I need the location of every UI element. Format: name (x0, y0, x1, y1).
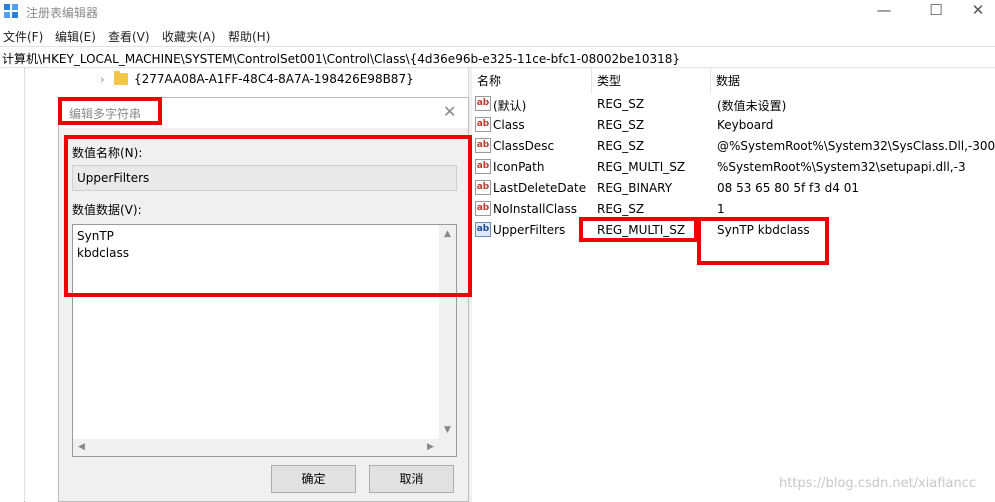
value-type: REG_SZ (597, 202, 645, 216)
column-header-name[interactable]: 名称 (472, 68, 592, 94)
value-data: @%SystemRoot%\System32\SysClass.Dll,-300… (717, 139, 995, 153)
menu-edit[interactable]: 编辑(E) (55, 28, 96, 45)
column-header-data[interactable]: 数据 (711, 68, 995, 94)
dialog-title-bar: 编辑多字符串 ✕ (59, 98, 468, 128)
folder-icon (114, 71, 128, 85)
dialog-close-icon[interactable]: ✕ (443, 102, 456, 121)
string-value-icon: ab (475, 222, 491, 237)
value-data: %SystemRoot%\System32\setupapi.dll,-3 (717, 160, 966, 174)
value-data: SynTP kbdclass (717, 223, 810, 237)
tree-item-label[interactable]: {277AA08A-A1FF-48C4-8A7A-198426E98B87} (134, 72, 414, 86)
menu-help[interactable]: 帮助(H) (228, 28, 270, 45)
value-type: REG_SZ (597, 118, 645, 132)
value-type: REG_MULTI_SZ (597, 223, 686, 237)
ok-button[interactable]: 确定 (271, 465, 356, 493)
title-bar: 注册表编辑器 — ☐ ✕ (0, 0, 995, 24)
value-data: (数值未设置) (717, 99, 787, 113)
minimize-button[interactable]: — (861, 0, 907, 22)
value-data-text[interactable]: SynTP kbdclass (77, 228, 129, 262)
menu-view[interactable]: 查看(V) (108, 28, 150, 45)
chevron-right-icon[interactable]: › (100, 73, 104, 86)
menu-favorites[interactable]: 收藏夹(A) (162, 28, 216, 45)
string-value-icon: ab (475, 96, 491, 111)
scroll-down-icon[interactable]: ▼ (439, 425, 456, 435)
value-type: REG_SZ (597, 97, 645, 111)
string-value-icon: ab (475, 180, 491, 195)
value-name-field[interactable]: UpperFilters (72, 165, 457, 191)
value-name: (默认) (493, 99, 527, 113)
value-name: Class (493, 118, 525, 132)
value-row[interactable]: ab LastDeleteDate REG_BINARY 08 53 65 80… (472, 178, 995, 199)
value-type: REG_SZ (597, 139, 645, 153)
value-row[interactable]: ab Class REG_SZ Keyboard (472, 115, 995, 136)
string-value-icon: ab (475, 117, 491, 132)
value-row[interactable]: ab (默认) REG_SZ (数值未设置) (472, 94, 995, 115)
tree-guide-line (24, 68, 25, 502)
value-name: NoInstallClass (493, 202, 578, 216)
watermark-url: https://blog.csdn.net/xiafiancc (779, 476, 977, 491)
dialog-title: 编辑多字符串 (69, 107, 142, 121)
maximize-button[interactable]: ☐ (913, 0, 959, 22)
scroll-right-icon[interactable]: ▶ (422, 442, 439, 452)
string-value-icon: ab (475, 138, 491, 153)
value-row[interactable]: ab ClassDesc REG_SZ @%SystemRoot%\System… (472, 136, 995, 157)
menu-file[interactable]: 文件(F) (3, 28, 43, 45)
horizontal-scrollbar[interactable]: ◀ ▶ (73, 439, 456, 456)
address-bar[interactable]: 计算机\HKEY_LOCAL_MACHINE\SYSTEM\ControlSet… (0, 46, 995, 68)
value-type: REG_BINARY (597, 181, 673, 195)
regedit-app-icon (4, 4, 18, 18)
address-path[interactable]: 计算机\HKEY_LOCAL_MACHINE\SYSTEM\ControlSet… (2, 50, 680, 67)
vertical-scrollbar[interactable]: ▲ ▼ (439, 225, 456, 439)
value-name: LastDeleteDate (493, 181, 587, 195)
value-name: ClassDesc (493, 139, 555, 153)
value-name: UpperFilters (493, 223, 566, 237)
window-title: 注册表编辑器 (26, 6, 99, 20)
menu-bar: 文件(F) 编辑(E) 查看(V) 收藏夹(A) 帮助(H) (0, 25, 995, 45)
value-data-label: 数值数据(V): (72, 203, 142, 217)
cancel-button[interactable]: 取消 (369, 465, 454, 493)
value-row[interactable]: ab IconPath REG_MULTI_SZ %SystemRoot%\Sy… (472, 157, 995, 178)
scroll-up-icon[interactable]: ▲ (439, 229, 456, 239)
value-row-upperfilters[interactable]: ab UpperFilters REG_MULTI_SZ SynTP kbdcl… (472, 220, 995, 241)
value-data: Keyboard (717, 118, 774, 132)
values-list-pane[interactable]: 名称 类型 数据 ab (默认) REG_SZ (数值未设置) ab Class… (472, 68, 995, 502)
value-type: REG_MULTI_SZ (597, 160, 686, 174)
column-header-type[interactable]: 类型 (592, 68, 711, 94)
value-data: 08 53 65 80 5f f3 d4 01 (717, 181, 860, 195)
edit-multi-string-dialog: 编辑多字符串 ✕ 数值名称(N): UpperFilters 数值数据(V): … (58, 97, 469, 502)
value-data-textarea[interactable]: SynTP kbdclass ▲ ▼ ◀ ▶ (72, 224, 457, 457)
value-row[interactable]: ab NoInstallClass REG_SZ 1 (472, 199, 995, 220)
string-value-icon: ab (475, 159, 491, 174)
string-value-icon: ab (475, 201, 491, 216)
value-name: IconPath (493, 160, 545, 174)
close-button[interactable]: ✕ (955, 0, 995, 22)
scroll-left-icon[interactable]: ◀ (73, 442, 90, 452)
value-data: 1 (717, 202, 725, 216)
value-name-label: 数值名称(N): (72, 146, 143, 160)
